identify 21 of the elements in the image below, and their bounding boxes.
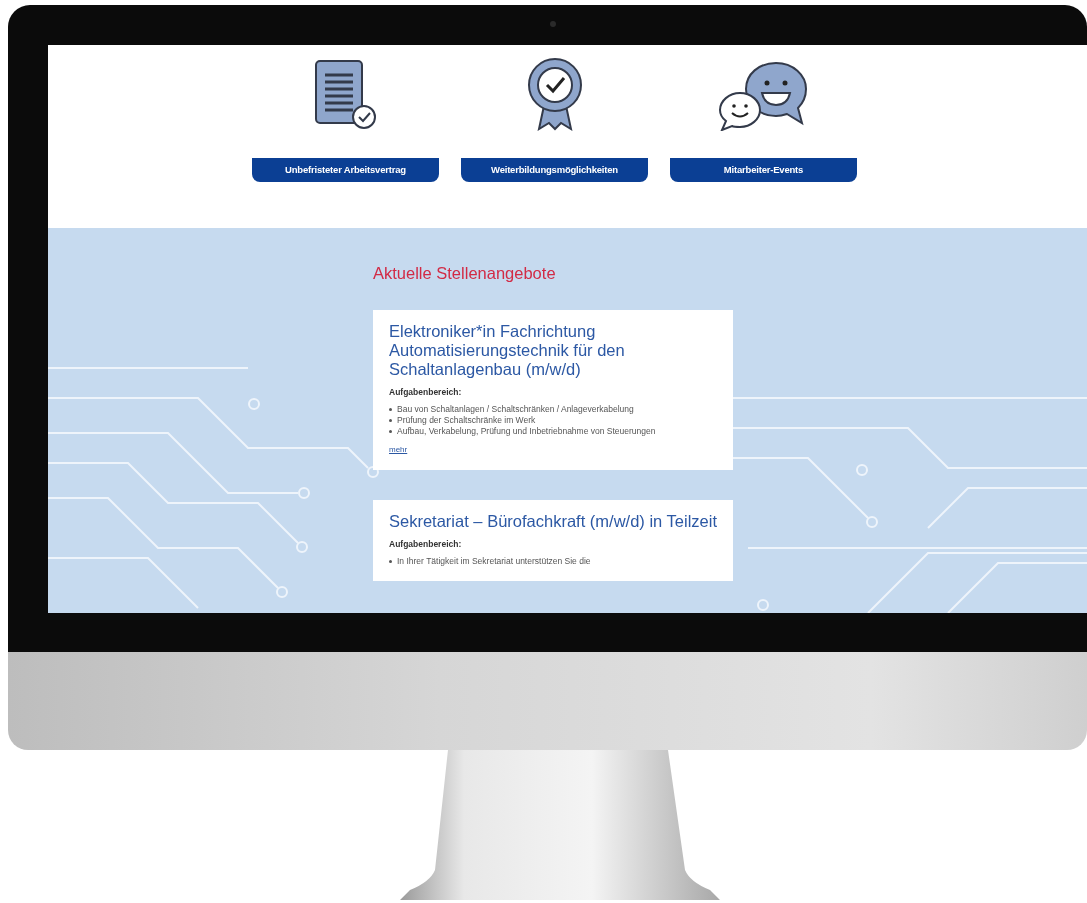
chat-bubbles-smiley-icon — [717, 61, 810, 131]
bullet-icon — [389, 408, 392, 411]
bullet-icon — [389, 430, 392, 433]
bullet-icon — [389, 419, 392, 422]
document-check-icon — [313, 59, 378, 131]
bullet-icon — [389, 560, 392, 563]
benefit-label: Mitarbeiter-Events — [670, 158, 857, 182]
job-title: Elektroniker*in Fachrichtung Automatisierungstechnik für den Schaltanlagenbau (m/w/d) — [389, 322, 626, 379]
more-link[interactable]: mehr — [389, 445, 408, 454]
award-rosette-icon — [526, 57, 583, 131]
task-text: In Ihrer Tätigkeit im Sekretariat unterstützen Sie die — [397, 556, 591, 567]
section-label: Aufgabenbereich: — [389, 539, 463, 549]
camera-dot — [550, 21, 556, 27]
section-label: Aufgabenbereich: — [389, 387, 463, 397]
task-text: Prüfung der Schaltschränke im Werk — [397, 415, 536, 426]
task-text: Aufbau, Verkabelung, Prüfung und Inbetriebnahme von Steuerungen — [397, 426, 656, 437]
benefit-label: Unbefristeter Arbeitsvertrag — [252, 158, 439, 182]
benefit-label: Weiterbildungsmöglichkeiten — [461, 158, 648, 182]
section-heading: Aktuelle Stellenangebote — [373, 264, 556, 283]
task-text: Bau von Schaltanlagen / Schaltschränken / Anlageverkabelung — [397, 404, 634, 415]
job-title: Sekretariat – Bürofachkraft (m/w/d) in Teilzeit — [389, 512, 717, 531]
